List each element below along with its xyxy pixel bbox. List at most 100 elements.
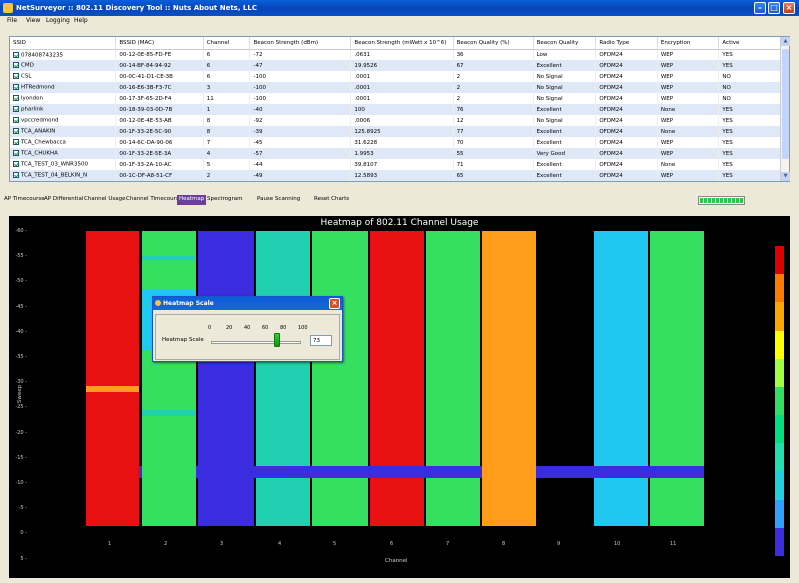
tab-heatmap[interactable]: Heatmap — [177, 195, 207, 205]
row-checkbox[interactable] — [13, 139, 19, 146]
heatmap-cell — [650, 478, 704, 526]
y-tick-label: -10 - — [15, 480, 27, 486]
table-row[interactable]: pharlink 00-18-39-03-0D-7B 1 -40 100 76 Excell… — [10, 104, 781, 115]
table-cell: Excellent — [533, 60, 597, 71]
table-row[interactable]: 078408743235 00-12-0E-85-FD-FE 6 -72.0631 36… — [10, 49, 781, 60]
column-header[interactable]: Encryption — [657, 37, 720, 50]
scale-value-field[interactable]: 73 — [310, 335, 332, 346]
table-cell: 00-1F-33-2E-5C-90 — [115, 126, 204, 137]
menu-logging[interactable]: Logging — [46, 17, 70, 24]
table-cell: WEP — [657, 170, 720, 181]
slider-track[interactable] — [211, 341, 301, 344]
table-row[interactable]: vpccredmond 00-12-0E-4E-53-AB 8 -92.0006 12 N… — [10, 115, 781, 126]
table-cell: OFDM24 — [595, 60, 658, 71]
heatmap-cell — [370, 466, 424, 478]
table-row[interactable]: CSL 00-0C-41-D1-CE-3B 6 -100.0001 2 No Signal… — [10, 71, 781, 82]
column-header[interactable]: Beacon Strength (mWatt x 10^6) — [350, 37, 454, 50]
pause-scanning-button[interactable]: Pause Scanning — [255, 195, 302, 205]
tab-spectrogram[interactable]: Spectrogram — [205, 195, 245, 205]
row-checkbox[interactable] — [13, 73, 19, 80]
table-row[interactable]: CMD 00-14-BF-84-94-92 6 -47 19.9526 67 Excelle… — [10, 60, 781, 71]
table-cell: -45 — [249, 137, 352, 148]
row-checkbox[interactable] — [13, 128, 19, 135]
tab-ap-differential[interactable]: AP Differential — [42, 195, 85, 205]
table-cell: TCA_Chewbacca — [10, 137, 117, 148]
table-row[interactable]: TCA_ANAKIN 00-1F-33-2E-5C-90 8 -39 125.8925 7… — [10, 126, 781, 137]
scroll-up-icon[interactable]: ▲ — [781, 37, 790, 46]
heatmap-cell — [650, 466, 704, 478]
row-checkbox[interactable] — [13, 84, 19, 91]
tab-channel-usage[interactable]: Channel Usage — [82, 195, 127, 205]
table-cell: OFDM24 — [595, 115, 658, 126]
table-cell: YES — [718, 148, 781, 159]
x-tick-label: 2 — [164, 541, 168, 547]
column-header[interactable]: Radio Type — [595, 37, 658, 50]
heatmap-cell — [256, 478, 310, 526]
table-row[interactable]: TCA_TEST_04_BELKIN_N 00-1C-DF-A8-51-CF 2 -4… — [10, 170, 781, 181]
row-checkbox[interactable] — [13, 150, 19, 157]
table-cell: OFDM24 — [595, 104, 658, 115]
heatmap-chart: Heatmap of 802.11 Channel Usage -60 - -55… — [9, 216, 790, 578]
reset-charts-button[interactable]: Reset Charts — [312, 195, 351, 205]
column-header[interactable]: Beacon Quality — [533, 37, 597, 50]
scroll-thumb[interactable] — [782, 49, 789, 159]
menu-file[interactable]: File — [7, 17, 17, 24]
chart-title: Heatmap of 802.11 Channel Usage — [320, 218, 479, 228]
y-tick-label: -55 - — [15, 253, 27, 260]
table-row[interactable]: TCA_Chewbacca 00-14-6C-DA-90-06 7 -45 31.622… — [10, 137, 781, 148]
tab-ap-timecourse[interactable]: AP Timecourse — [2, 195, 47, 205]
row-checkbox[interactable] — [13, 117, 19, 124]
heatmap-cell — [370, 478, 424, 526]
close-button[interactable]: × — [783, 2, 795, 14]
table-cell: TCA_CHUKHA — [10, 148, 117, 159]
menu-view[interactable]: View — [26, 17, 40, 24]
row-checkbox[interactable] — [13, 172, 19, 179]
row-checkbox[interactable] — [13, 51, 19, 58]
table-cell: Excellent — [533, 104, 597, 115]
legend-swatch — [775, 302, 784, 331]
row-checkbox[interactable] — [13, 62, 19, 69]
column-header[interactable]: Active — [718, 37, 781, 50]
menu-help[interactable]: Help — [74, 17, 88, 24]
row-checkbox[interactable] — [13, 106, 19, 113]
row-checkbox[interactable] — [13, 95, 19, 102]
column-header[interactable]: Beacon Quality (%) — [453, 37, 534, 50]
table-cell: -57 — [249, 148, 352, 159]
table-cell: 00-0C-41-D1-CE-3B — [115, 71, 204, 82]
x-tick-label: 10 — [614, 541, 621, 547]
tab-channel-timecourse[interactable]: Channel Timecourse — [124, 195, 184, 205]
chart-tabs: AP Timecourse AP Differential Channel Us… — [0, 193, 799, 207]
dialog-close-icon[interactable]: × — [329, 298, 340, 309]
heatmap-cell — [142, 260, 196, 290]
table-cell: CSL — [10, 71, 117, 82]
table-cell: OFDM24 — [595, 71, 658, 82]
y-tick-label: -45 - — [15, 303, 27, 310]
minimize-button[interactable]: – — [754, 2, 766, 14]
column-header[interactable]: SSID — [10, 37, 117, 50]
heatmap-cell — [86, 392, 139, 526]
table-cell: 6 — [203, 49, 251, 60]
column-header[interactable]: BSSID (MAC) — [115, 37, 204, 50]
column-header[interactable]: Channel — [203, 37, 251, 50]
slider-thumb[interactable] — [273, 333, 280, 347]
table-cell: 2 — [453, 93, 534, 104]
table-row[interactable]: HTRedmond 00-16-E6-3B-F3-7C 3 -100.0001 2 No … — [10, 82, 781, 93]
table-cell: -72 — [249, 49, 352, 60]
scroll-down-icon[interactable]: ▼ — [781, 172, 790, 181]
heatmap-cell — [86, 231, 139, 386]
table-cell: 00-1F-33-2E-5E-3A — [115, 148, 204, 159]
table-cell: 70 — [453, 137, 534, 148]
x-tick-label: 9 — [557, 541, 561, 547]
row-checkbox[interactable] — [13, 161, 19, 168]
table-scrollbar[interactable]: ▲ ▼ — [780, 37, 790, 181]
table-cell: TCA_TEST_04_BELKIN_N — [10, 170, 117, 181]
table-cell: vpccredmond — [10, 115, 117, 126]
column-header[interactable]: Beacon Strength (dBm) — [249, 37, 352, 50]
table-row[interactable]: TCA_CHUKHA 00-1F-33-2E-5E-3A 4 -57 1.9953 55 V… — [10, 148, 781, 159]
x-tick-label: 6 — [390, 541, 394, 547]
y-tick-label: 5 - — [20, 555, 27, 562]
table-row[interactable]: lyondon 00-17-3F-65-2D-F4 11 -100.0001 2 No S… — [10, 93, 781, 104]
maximize-button[interactable]: □ — [768, 2, 780, 14]
table-row[interactable]: TCA_TEST_03_WNR3500 00-1F-33-2A-10-AC 5 -44… — [10, 159, 781, 170]
ap-table: SSID BSSID (MAC) Channel Beacon Strength (d… — [9, 36, 790, 182]
